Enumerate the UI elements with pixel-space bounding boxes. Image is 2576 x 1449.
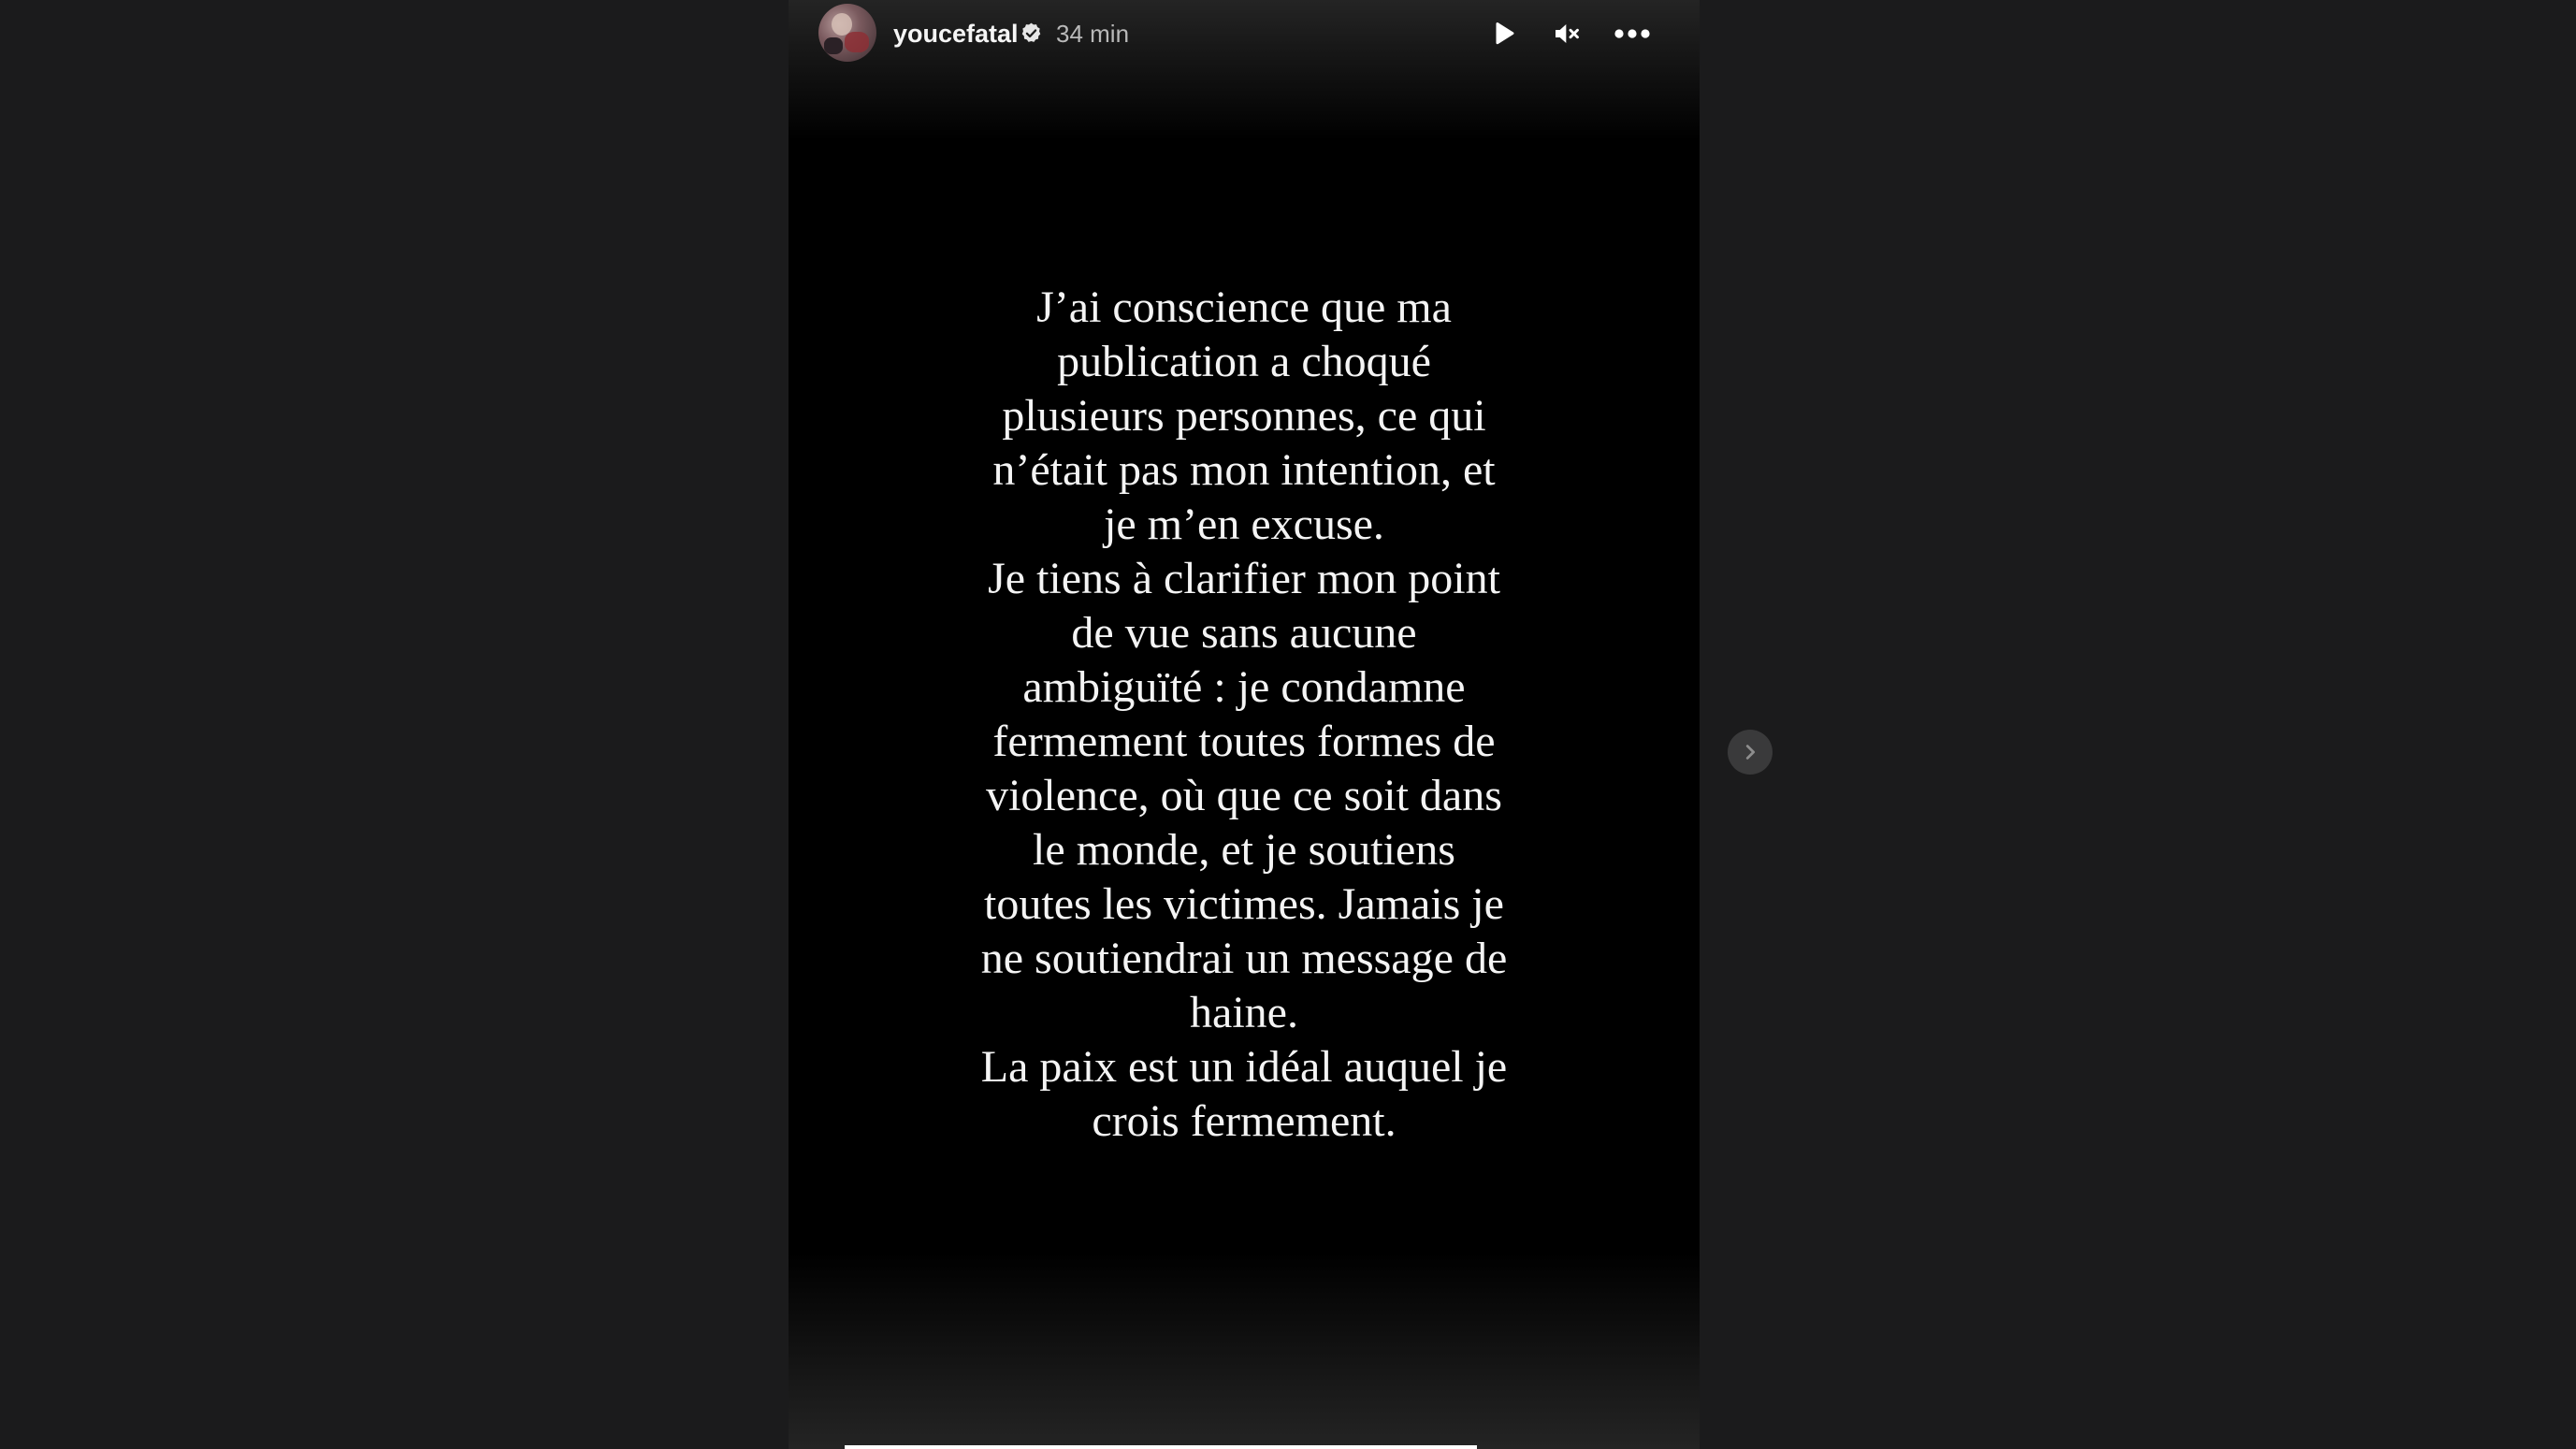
- next-story-button[interactable]: [1728, 730, 1773, 775]
- story-progress-fill: [845, 1445, 1477, 1449]
- story-bottom-gradient: [789, 1253, 1700, 1449]
- mute-button[interactable]: [1544, 11, 1589, 56]
- story-viewer: youcefatal 34 min J’ai conscience que ma…: [789, 0, 1700, 1449]
- play-button[interactable]: [1481, 11, 1526, 56]
- story-timestamp: 34 min: [1056, 20, 1130, 48]
- story-progress-bar: [845, 1445, 1477, 1449]
- muted-speaker-icon: [1556, 24, 1579, 43]
- story-text: J’ai conscience que ma publication a cho…: [980, 283, 1508, 1146]
- chevron-right-icon: [1745, 745, 1756, 760]
- avatar[interactable]: [818, 4, 876, 62]
- play-icon: [1496, 22, 1514, 45]
- verified-badge-icon: [1020, 22, 1043, 45]
- story-username[interactable]: youcefatal: [893, 19, 1019, 49]
- story-header: youcefatal 34 min: [789, 0, 1700, 67]
- more-options-button[interactable]: [1610, 11, 1655, 56]
- more-options-icon: [1614, 29, 1650, 38]
